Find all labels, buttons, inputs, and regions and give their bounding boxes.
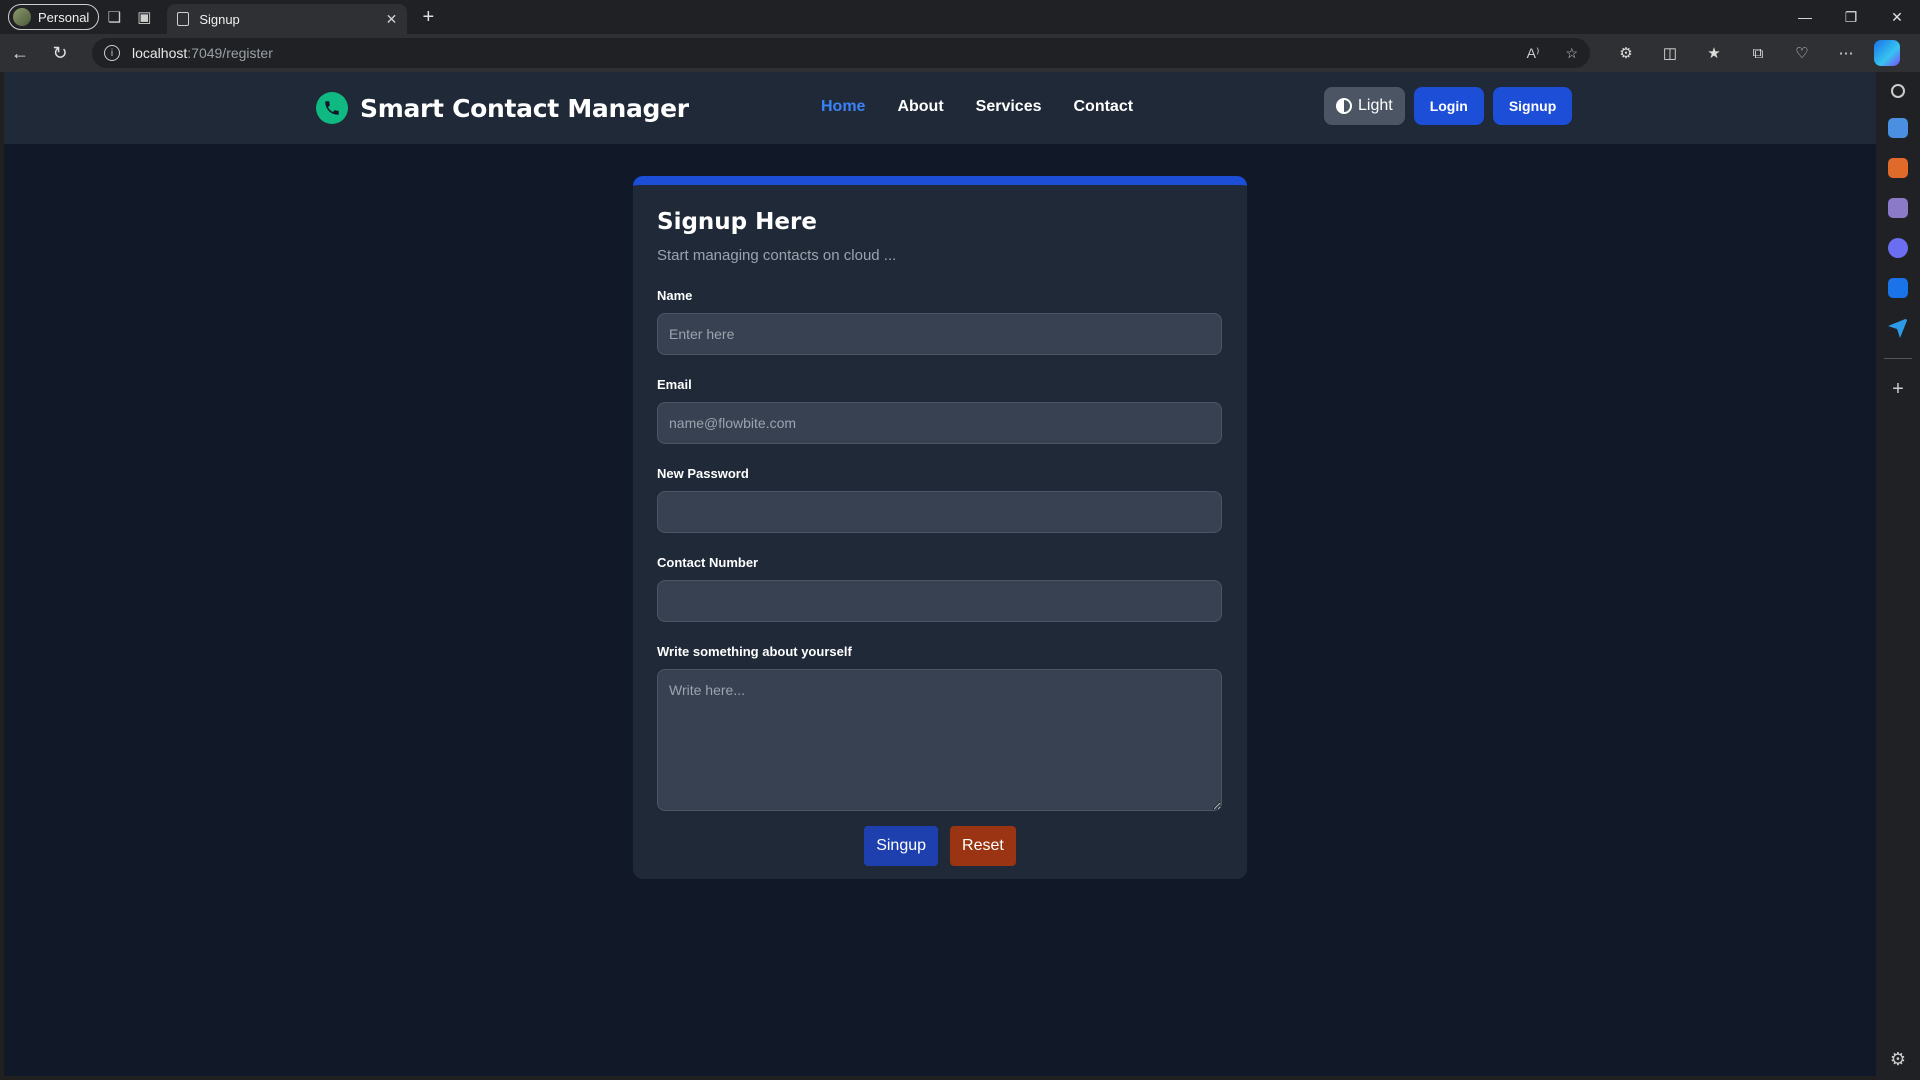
browser-tab-strip: Personal ❏ ▣ Signup ✕ + — ❐ ✕ (0, 0, 1920, 34)
brand-name: Smart Contact Manager (360, 93, 689, 123)
browser-tab-signup[interactable]: Signup ✕ (167, 4, 408, 34)
new-tab-icon[interactable]: + (413, 3, 443, 31)
about-textarea[interactable] (657, 669, 1222, 811)
contact-number-input[interactable] (657, 580, 1222, 622)
sidebar-divider (1884, 358, 1912, 359)
signup-nav-button[interactable]: Signup (1492, 87, 1573, 125)
contrast-icon (1336, 98, 1352, 114)
refresh-icon[interactable]: ↻ (40, 38, 80, 68)
nav-services-link[interactable]: Services (976, 98, 1042, 116)
nav-contact-link[interactable]: Contact (1074, 98, 1134, 116)
profile-label: Personal (38, 9, 90, 25)
toolbar-actions: ⚙ ◫ ★ ⧉ ♡ ⋯ (1604, 38, 1868, 68)
password-label: New Password (657, 466, 749, 481)
submit-signup-button[interactable]: Singup (864, 826, 939, 866)
favorite-star-icon[interactable]: ☆ (1565, 45, 1578, 62)
signup-card: Signup Here Start managing contacts on c… (633, 176, 1247, 879)
page-icon (177, 12, 190, 26)
email-input[interactable] (657, 402, 1222, 444)
close-window-icon[interactable]: ✕ (1874, 0, 1920, 34)
minimize-icon[interactable]: — (1782, 0, 1828, 34)
split-screen-icon[interactable]: ◫ (1648, 38, 1692, 68)
more-menu-icon[interactable]: ⋯ (1824, 38, 1868, 68)
close-tab-icon[interactable]: ✕ (386, 11, 398, 28)
profile-button[interactable]: Personal (8, 4, 100, 30)
theme-toggle-button[interactable]: Light (1324, 87, 1405, 125)
tab-actions-icon[interactable]: ▣ (129, 3, 159, 31)
login-button[interactable]: Login (1413, 87, 1484, 125)
nav-actions: Light Login Signup (1324, 87, 1573, 125)
nav-about-link[interactable]: About (897, 98, 943, 116)
name-input[interactable] (657, 313, 1222, 355)
sidebar-settings-icon[interactable]: ⚙ (1890, 1049, 1906, 1070)
browser-toolbar: ← ↻ i localhost:7049/register A⁾ ☆ ⚙ ◫ ★… (0, 34, 1920, 72)
collections-icon[interactable]: ⧉ (1736, 38, 1780, 68)
outlook-icon[interactable] (1888, 278, 1908, 298)
tools-icon[interactable] (1888, 158, 1908, 178)
search-icon[interactable] (1891, 84, 1905, 98)
reset-button[interactable]: Reset (950, 826, 1016, 866)
restore-icon[interactable]: ❐ (1828, 0, 1874, 34)
browser-essentials-icon[interactable]: ♡ (1780, 38, 1824, 68)
extensions-icon[interactable]: ⚙ (1604, 38, 1648, 68)
add-sidebar-app-icon[interactable]: + (1892, 379, 1904, 399)
games-icon[interactable] (1888, 198, 1908, 218)
browser-sidebar: + ⚙ (1876, 72, 1920, 1080)
form-actions: Singup Reset (657, 826, 1223, 866)
read-aloud-icon[interactable]: A⁾ (1527, 45, 1540, 62)
address-bar[interactable]: i localhost:7049/register A⁾ ☆ (92, 38, 1590, 68)
tab-title: Signup (199, 11, 240, 27)
favorites-icon[interactable]: ★ (1692, 38, 1736, 68)
url-text: localhost:7049/register (132, 45, 1501, 61)
name-label: Name (657, 288, 693, 303)
phone-icon (316, 92, 348, 124)
about-label: Write something about yourself (657, 644, 852, 659)
password-input[interactable] (657, 491, 1222, 533)
site-navbar: Smart Contact Manager Home About Service… (4, 72, 1876, 144)
shopping-icon[interactable] (1888, 118, 1908, 138)
window-controls: — ❐ ✕ (1782, 0, 1920, 34)
email-label: Email (657, 377, 692, 392)
form-subtitle: Start managing contacts on cloud ... (657, 247, 897, 264)
main-menu: Home About Services Contact (821, 98, 1133, 116)
profile-avatar (13, 8, 31, 26)
workspaces-icon[interactable]: ❏ (99, 3, 129, 31)
send-icon[interactable] (1888, 318, 1908, 338)
brand[interactable]: Smart Contact Manager (316, 92, 689, 124)
url-host: localhost (132, 45, 188, 61)
form-title: Signup Here (657, 209, 817, 235)
copilot-icon[interactable] (1874, 40, 1900, 66)
nav-home-link[interactable]: Home (821, 98, 865, 116)
url-path: :7049/register (187, 45, 273, 61)
page-viewport: Smart Contact Manager Home About Service… (4, 72, 1876, 1076)
theme-toggle-label: Light (1358, 97, 1393, 114)
back-icon[interactable]: ← (0, 38, 40, 68)
contact-number-label: Contact Number (657, 555, 759, 570)
site-info-icon[interactable]: i (104, 45, 120, 61)
copilot-sidebar-icon[interactable] (1888, 238, 1908, 258)
